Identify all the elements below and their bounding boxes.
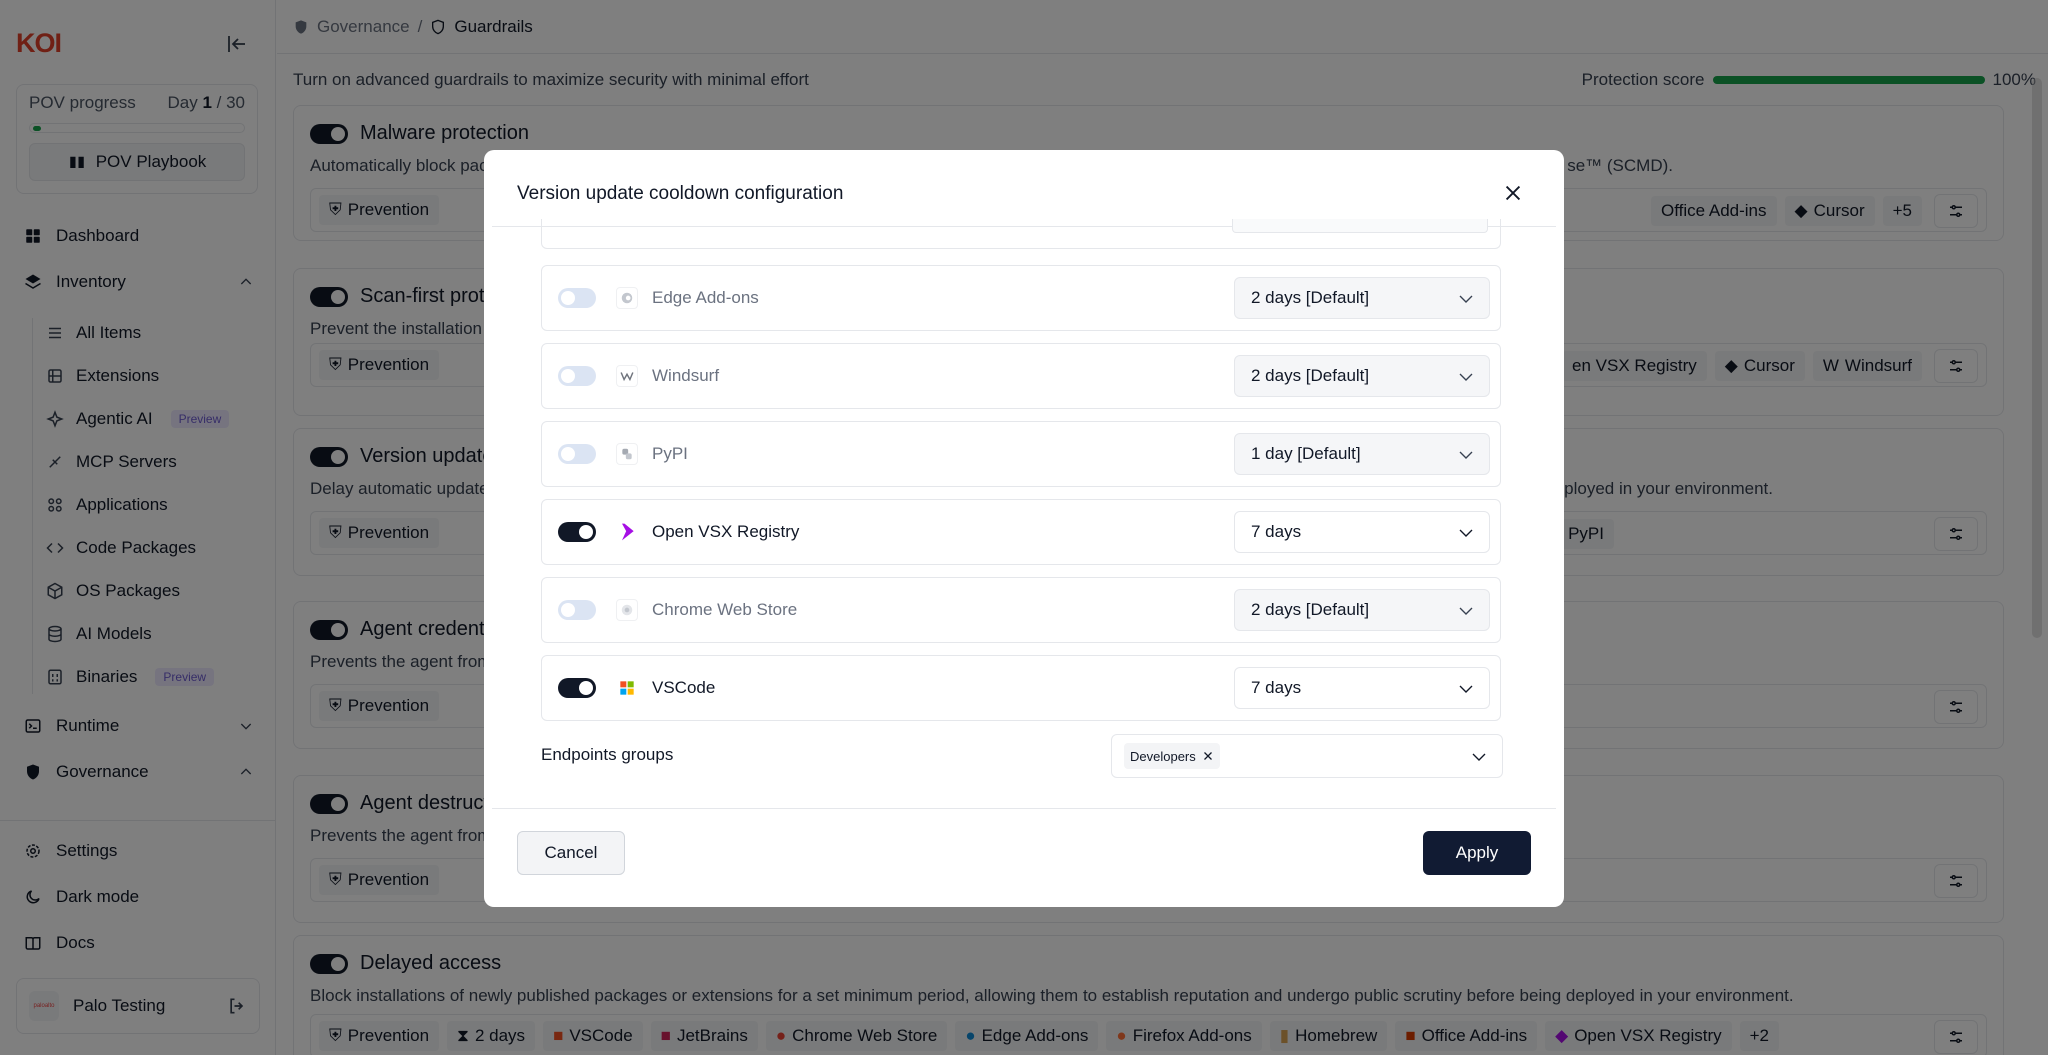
cooldown-select[interactable]: 2 days [Default] — [1234, 589, 1490, 631]
registry-row-edge: Edge Add-ons 2 days [Default] — [541, 265, 1501, 331]
endpoints-groups-label: Endpoints groups — [541, 745, 674, 764]
cooldown-select[interactable]: 7 days — [1234, 667, 1490, 709]
chevron-down-icon — [1470, 748, 1488, 766]
registry-row-windsurf: Windsurf 2 days [Default] — [541, 343, 1501, 409]
chevron-down-icon — [1457, 680, 1475, 698]
cancel-button[interactable]: Cancel — [517, 831, 625, 875]
registry-row-open-vsx: Open VSX Registry 7 days — [541, 499, 1501, 565]
chevron-down-icon — [1457, 602, 1475, 620]
registry-row-vscode: VSCode 7 days — [541, 655, 1501, 721]
registry-list: Edge Add-ons 2 days [Default] Windsurf 2… — [541, 219, 1503, 907]
edge-icon — [616, 287, 638, 309]
chevron-down-icon — [1457, 446, 1475, 464]
registry-toggle[interactable] — [558, 366, 596, 386]
vscode-icon — [616, 677, 638, 699]
registry-row-chrome: Chrome Web Store 2 days [Default] — [541, 577, 1501, 643]
registry-toggle[interactable] — [558, 678, 596, 698]
registry-toggle[interactable] — [558, 444, 596, 464]
modal-title: Version update cooldown configuration — [517, 183, 844, 204]
cooldown-config-modal: Version update cooldown configuration Ed… — [484, 150, 1564, 907]
cooldown-select[interactable]: 1 day [Default] — [1234, 433, 1490, 475]
close-icon[interactable] — [1502, 182, 1524, 204]
list-item — [541, 219, 1501, 249]
cooldown-select[interactable]: 7 days — [1234, 511, 1490, 553]
apply-button[interactable]: Apply — [1423, 831, 1531, 875]
chrome-icon — [616, 599, 638, 621]
endpoint-group-chip: Developers — [1124, 743, 1220, 769]
registry-toggle[interactable] — [558, 522, 596, 542]
cooldown-select[interactable]: 2 days [Default] — [1234, 355, 1490, 397]
chevron-down-icon — [1457, 290, 1475, 308]
windsurf-icon — [616, 365, 638, 387]
cooldown-select[interactable]: 2 days [Default] — [1234, 277, 1490, 319]
pypi-icon — [616, 443, 638, 465]
registry-toggle[interactable] — [558, 288, 596, 308]
registry-row-pypi: PyPI 1 day [Default] — [541, 421, 1501, 487]
registry-toggle[interactable] — [558, 600, 596, 620]
remove-chip-icon[interactable] — [1202, 750, 1214, 762]
openvsx-icon — [616, 521, 638, 543]
endpoints-groups-select[interactable]: Developers — [1111, 734, 1503, 778]
chevron-down-icon — [1457, 368, 1475, 386]
chevron-down-icon — [1457, 524, 1475, 542]
